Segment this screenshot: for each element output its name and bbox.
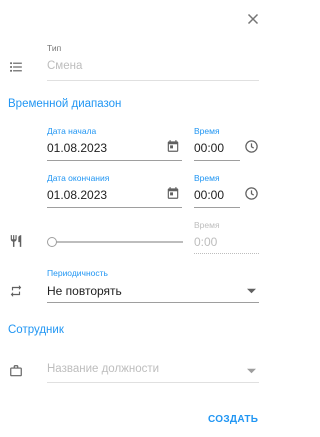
start-time-field[interactable]: 00:00 [194,141,224,155]
dropdown-arrow-icon[interactable] [247,288,256,294]
end-time-label: Время [194,173,220,183]
time-range-section-title: Временной диапазон [8,98,122,110]
clock-icon[interactable] [244,186,259,201]
break-time-field: 0:00 [194,235,218,249]
start-time-underline [194,160,240,161]
slider-track [51,241,183,243]
repeat-label: Периодичность [47,268,108,278]
end-time-field[interactable]: 00:00 [194,188,224,202]
create-button[interactable]: СОЗДАТЬ [208,414,258,425]
break-time-label: Время [194,220,220,230]
list-icon [10,62,22,72]
end-date-underline [47,207,182,208]
type-label: Тип [47,43,62,53]
calendar-icon[interactable] [166,139,180,153]
repeat-underline [47,302,259,303]
restaurant-icon [10,235,22,247]
break-slider[interactable] [47,237,183,247]
close-icon[interactable] [244,10,262,28]
end-time-underline [194,207,240,208]
position-select[interactable]: Название должности [47,363,159,375]
type-field-underline [47,80,259,81]
repeat-icon [10,285,22,297]
calendar-icon[interactable] [166,186,180,200]
position-underline [47,382,259,383]
type-field[interactable]: Смена [47,60,82,72]
start-date-field[interactable]: 01.08.2023 [47,141,107,155]
briefcase-icon [10,365,22,377]
break-time-underline [194,253,259,254]
clock-icon[interactable] [244,139,259,154]
dropdown-arrow-icon[interactable] [247,368,256,374]
start-date-underline [47,160,182,161]
start-date-label: Дата начала [47,126,97,136]
employee-section-title: Сотрудник [8,324,64,336]
slider-thumb[interactable] [47,237,57,247]
repeat-select[interactable]: Не повторять [47,284,122,298]
end-date-field[interactable]: 01.08.2023 [47,188,107,202]
start-time-label: Время [194,126,220,136]
end-date-label: Дата окончания [47,173,110,183]
